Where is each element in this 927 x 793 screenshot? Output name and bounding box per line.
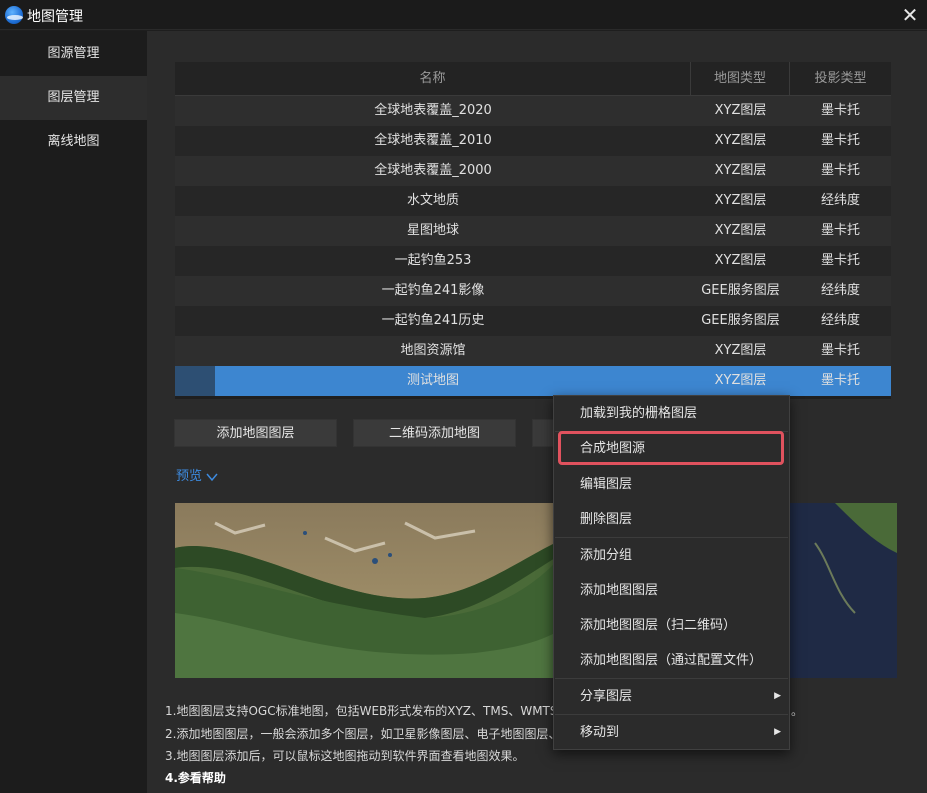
table-row[interactable]: 测试地图 XYZ图层 墨卡托 bbox=[175, 366, 891, 396]
cell-name: 测试地图 bbox=[406, 373, 459, 388]
preview-toggle[interactable]: 预览 bbox=[176, 465, 218, 484]
sidebar-item-layer-manage[interactable]: 图层管理 bbox=[0, 76, 147, 120]
cell-map-type: GEE服务图层 bbox=[701, 283, 780, 298]
menu-item-load-to-raster[interactable]: 加载到我的栅格图层 bbox=[554, 396, 789, 431]
menu-item-move-label: 移动到 bbox=[580, 725, 620, 740]
help-link[interactable]: 4.参看帮助 bbox=[165, 769, 226, 786]
table-row[interactable]: 一起钓鱼241影像 GEE服务图层 经纬度 bbox=[175, 276, 891, 306]
cell-name: 水文地质 bbox=[406, 193, 459, 208]
menu-item-add-group[interactable]: 添加分组 bbox=[554, 538, 789, 573]
table-row[interactable]: 星图地球 XYZ图层 墨卡托 bbox=[175, 216, 891, 246]
highlight-annotation bbox=[558, 431, 784, 465]
cell-map-type: XYZ图层 bbox=[714, 163, 767, 178]
add-map-layer-button[interactable]: 添加地图图层 bbox=[174, 419, 337, 447]
table-header: 名称 地图类型 投影类型 bbox=[175, 62, 891, 96]
cell-name: 星图地球 bbox=[406, 223, 459, 238]
cell-name: 全球地表覆盖_2000 bbox=[374, 163, 492, 178]
window-title: 地图管理 bbox=[27, 9, 83, 25]
cell-projection: 墨卡托 bbox=[820, 103, 860, 118]
preview-label: 预览 bbox=[176, 469, 203, 484]
menu-item-add-map-layer[interactable]: 添加地图图层 bbox=[554, 573, 789, 608]
help-line-2: 2.添加地图图层，一般会添加多个图层，如卫星影像图层、电子地图图层、 bbox=[165, 727, 561, 741]
sidebar: 图源管理 图层管理 离线地图 bbox=[0, 31, 147, 793]
menu-item-edit-layer[interactable]: 编辑图层 bbox=[554, 467, 789, 502]
cell-projection: 经纬度 bbox=[820, 283, 860, 298]
table-row[interactable]: 地图资源馆 XYZ图层 墨卡托 bbox=[175, 336, 891, 366]
table-row[interactable]: 全球地表覆盖_2020 XYZ图层 墨卡托 bbox=[175, 96, 891, 126]
cell-projection: 经纬度 bbox=[820, 313, 860, 328]
cell-name: 一起钓鱼241影像 bbox=[381, 283, 485, 298]
menu-item-share-label: 分享图层 bbox=[580, 689, 633, 704]
cell-map-type: XYZ图层 bbox=[714, 343, 767, 358]
cell-projection: 墨卡托 bbox=[820, 133, 860, 148]
table-row[interactable]: 全球地表覆盖_2010 XYZ图层 墨卡托 bbox=[175, 126, 891, 156]
earth-logo-icon bbox=[5, 6, 23, 24]
column-header-name[interactable]: 名称 bbox=[175, 62, 691, 96]
help-line-1-tail: 。 bbox=[791, 704, 804, 718]
submenu-arrow-icon: ▶ bbox=[774, 727, 781, 737]
cell-map-type: XYZ图层 bbox=[714, 253, 767, 268]
chevron-down-icon bbox=[206, 473, 218, 481]
sidebar-item-source-manage[interactable]: 图源管理 bbox=[0, 32, 147, 76]
cell-name: 全球地表覆盖_2010 bbox=[374, 133, 492, 148]
column-header-map-type[interactable]: 地图类型 bbox=[691, 62, 790, 96]
menu-item-delete-layer[interactable]: 删除图层 bbox=[554, 502, 789, 537]
help-line-1: 1.地图图层支持OGC标准地图，包括WEB形式发布的XYZ、TMS、WMTS bbox=[165, 704, 558, 718]
main-panel: 名称 地图类型 投影类型 全球地表覆盖_2020 XYZ图层 墨卡托 全球地表覆盖_2… bbox=[147, 31, 927, 793]
sidebar-item-offline-map[interactable]: 离线地图 bbox=[0, 120, 147, 164]
table-row[interactable]: 水文地质 XYZ图层 经纬度 bbox=[175, 186, 891, 216]
cell-projection: 墨卡托 bbox=[820, 223, 860, 238]
menu-item-add-layer-config[interactable]: 添加地图图层（通过配置文件） bbox=[554, 643, 789, 678]
table-row[interactable]: 全球地表覆盖_2000 XYZ图层 墨卡托 bbox=[175, 156, 891, 186]
cell-projection: 经纬度 bbox=[820, 193, 860, 208]
cell-map-type: XYZ图层 bbox=[714, 133, 767, 148]
qr-add-map-button[interactable]: 二维码添加地图 bbox=[353, 419, 516, 447]
table-row[interactable]: 一起钓鱼241历史 GEE服务图层 经纬度 bbox=[175, 306, 891, 336]
menu-item-share-layer[interactable]: 分享图层 ▶ bbox=[554, 679, 789, 714]
cell-map-type: XYZ图层 bbox=[714, 223, 767, 238]
cell-map-type: XYZ图层 bbox=[714, 373, 767, 388]
cell-map-type: XYZ图层 bbox=[714, 193, 767, 208]
menu-item-move-to[interactable]: 移动到 ▶ bbox=[554, 715, 789, 750]
close-icon[interactable]: ✕ bbox=[897, 2, 923, 28]
column-header-projection[interactable]: 投影类型 bbox=[790, 62, 891, 96]
cell-projection: 墨卡托 bbox=[820, 343, 860, 358]
table-row[interactable]: 一起钓鱼253 XYZ图层 墨卡托 bbox=[175, 246, 891, 276]
cell-map-type: GEE服务图层 bbox=[701, 313, 780, 328]
title-bar: 地图管理 ✕ bbox=[0, 0, 927, 30]
cell-name: 地图资源馆 bbox=[400, 343, 466, 358]
menu-item-add-layer-qr[interactable]: 添加地图图层（扫二维码） bbox=[554, 608, 789, 643]
cell-projection: 墨卡托 bbox=[820, 163, 860, 178]
cell-projection: 墨卡托 bbox=[820, 253, 860, 268]
cell-name: 全球地表覆盖_2020 bbox=[374, 103, 492, 118]
context-menu: 加载到我的栅格图层 合成地图源 编辑图层 删除图层 添加分组 添加地图图层 添加… bbox=[553, 395, 790, 750]
cell-projection: 墨卡托 bbox=[820, 373, 860, 388]
cell-map-type: XYZ图层 bbox=[714, 103, 767, 118]
submenu-arrow-icon: ▶ bbox=[774, 691, 781, 701]
cell-name: 一起钓鱼241历史 bbox=[381, 313, 485, 328]
help-line-3: 3.地图图层添加后，可以鼠标这地图拖动到软件界面查看地图效果。 bbox=[165, 749, 525, 763]
layer-table: 名称 地图类型 投影类型 全球地表覆盖_2020 XYZ图层 墨卡托 全球地表覆盖_2… bbox=[175, 62, 891, 399]
cell-name: 一起钓鱼253 bbox=[394, 253, 472, 268]
